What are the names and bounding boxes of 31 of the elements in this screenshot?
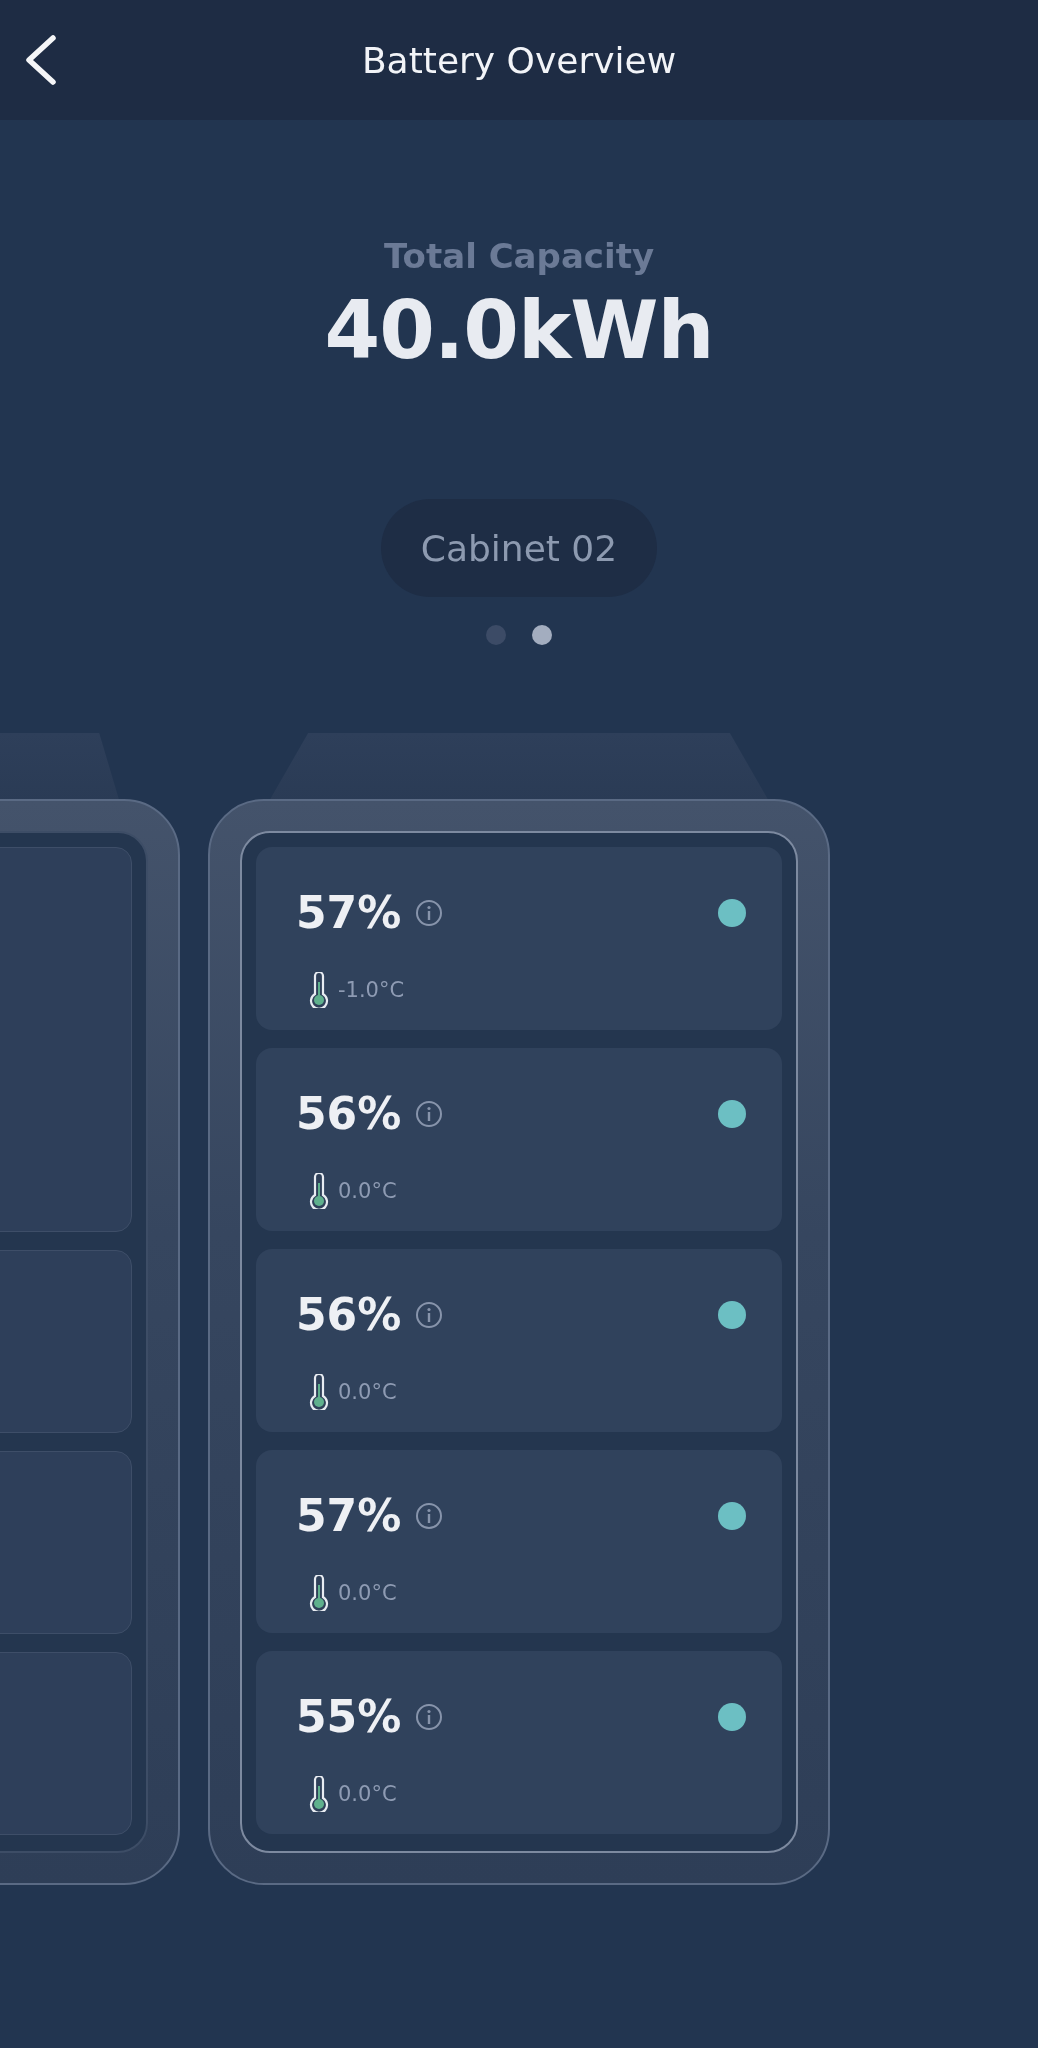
charge-percent: 56% [296, 1289, 402, 1340]
info-icon[interactable] [415, 1099, 444, 1128]
thermometer-icon [308, 1776, 330, 1812]
battery-module-card[interactable]: 56% 0.0°C [256, 1249, 782, 1432]
info-icon[interactable] [415, 898, 444, 927]
info-icon[interactable] [415, 1501, 444, 1530]
charge-percent: 57% [296, 1490, 402, 1541]
battery-module-card[interactable]: 57% 0.0°C [256, 1450, 782, 1633]
page-dot[interactable] [486, 625, 506, 645]
charge-percent: 55% [296, 1691, 402, 1742]
info-icon[interactable] [415, 1702, 444, 1731]
temperature-reading: 0.0°C [338, 1782, 397, 1806]
temperature-reading: 0.0°C [338, 1581, 397, 1605]
info-icon[interactable] [415, 1300, 444, 1329]
charge-percent: 56% [296, 1088, 402, 1139]
thermometer-icon [308, 1575, 330, 1611]
thermometer-icon [308, 1173, 330, 1209]
page-title: Battery Overview [361, 39, 677, 81]
battery-module-card[interactable]: 55% 0.0°C [256, 1651, 782, 1834]
page-dot[interactable] [532, 625, 552, 645]
capacity-value: 40.0kWh [324, 284, 714, 377]
thermometer-icon [308, 972, 330, 1008]
battery-module-card[interactable]: 56% 0.0°C [256, 1048, 782, 1231]
temperature-reading: 0.0°C [338, 1179, 397, 1203]
temperature-reading: 0.0°C [338, 1380, 397, 1404]
charge-percent: 57% [296, 887, 402, 938]
cabinet-selector[interactable]: Cabinet 02 [380, 499, 658, 597]
temperature-reading: -1.0°C [338, 978, 405, 1002]
thermometer-icon [308, 1374, 330, 1410]
battery-module-card[interactable]: 57% -1.0°C [256, 847, 782, 1030]
capacity-label: Total Capacity [383, 236, 655, 276]
